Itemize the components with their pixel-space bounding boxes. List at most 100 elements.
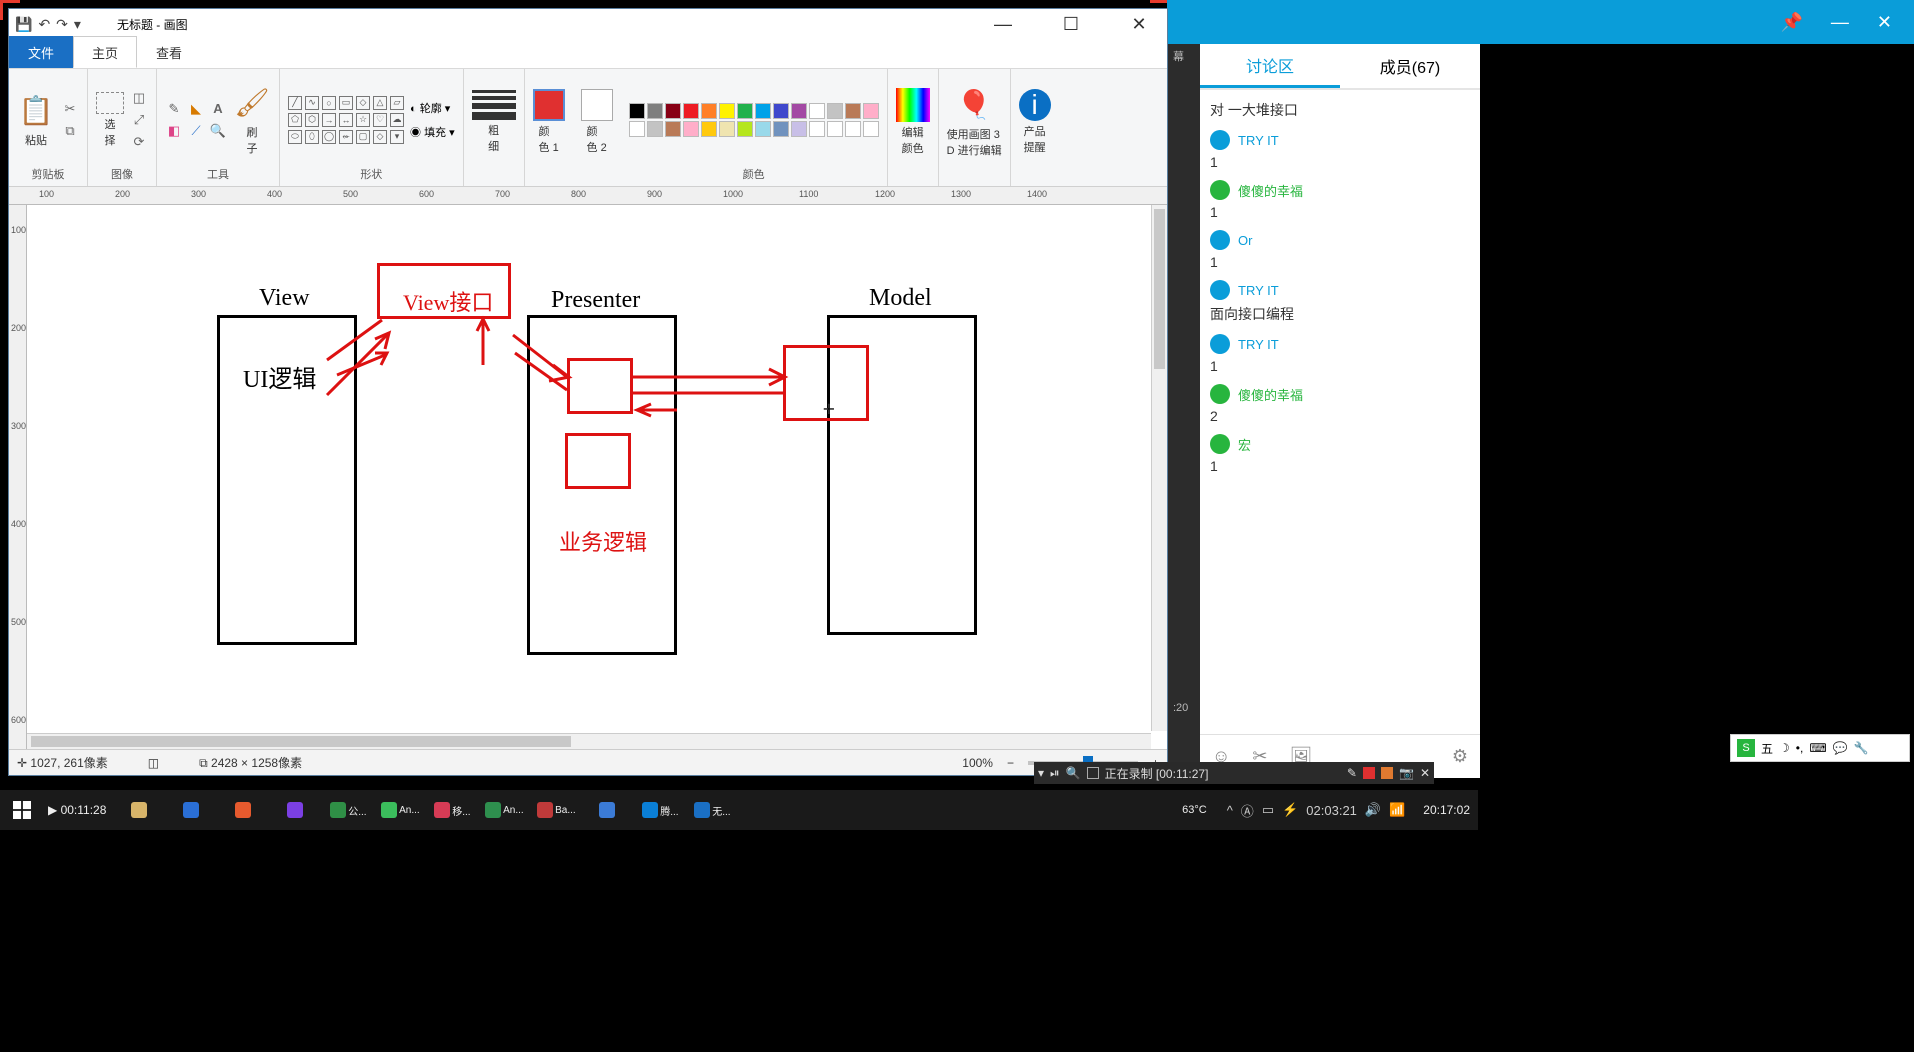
palette-swatch[interactable] xyxy=(755,103,771,119)
start-button[interactable] xyxy=(0,790,44,830)
palette-swatch[interactable] xyxy=(647,121,663,137)
window-maximize-button[interactable]: ☐ xyxy=(1049,14,1093,35)
tray-volume-icon[interactable]: 🔊 xyxy=(1365,802,1381,818)
pin-icon[interactable]: 📌 xyxy=(1780,12,1802,33)
taskbar-app[interactable]: 移... xyxy=(428,794,476,826)
shapes-gallery[interactable]: ╱∿○▭◇△▱ ⬠⬡→↔☆♡☁ ⬭⬯◯⬰▢◇▾ xyxy=(288,96,404,144)
tab-home[interactable]: 主页 xyxy=(73,36,137,68)
paint-titlebar[interactable]: 💾 ↶ ↷ ▾ 无标题 - 画图 — ☐ ✕ xyxy=(9,9,1167,39)
rec-red-icon[interactable] xyxy=(1363,767,1375,779)
palette-swatch[interactable] xyxy=(773,121,789,137)
undo-icon[interactable]: ↶ xyxy=(38,16,50,33)
rec-box-icon[interactable] xyxy=(1087,767,1099,779)
palette-swatch[interactable] xyxy=(845,103,861,119)
palette-swatch[interactable] xyxy=(683,121,699,137)
cut-icon[interactable]: ✂ xyxy=(61,100,79,118)
qat-dropdown-icon[interactable]: ▾ xyxy=(74,16,81,33)
palette-swatch[interactable] xyxy=(719,121,735,137)
palette-swatch[interactable] xyxy=(791,103,807,119)
picker-icon[interactable]: ⟋ xyxy=(187,122,205,140)
taskbar-app[interactable]: 公... xyxy=(324,794,372,826)
wrench-icon[interactable]: 🔧 xyxy=(1854,741,1869,755)
palette-swatch[interactable] xyxy=(863,121,879,137)
rotate-icon[interactable]: ⟳ xyxy=(130,133,148,151)
chat-messages[interactable]: 对 一大堆接口TRY IT1傻傻的幸福1Or1TRY IT面向接口编程TRY I… xyxy=(1200,90,1480,734)
copy-icon[interactable]: ⧉ xyxy=(61,122,79,140)
palette-swatch[interactable] xyxy=(701,121,717,137)
palette-swatch[interactable] xyxy=(683,103,699,119)
tray-up-icon[interactable]: ^ xyxy=(1227,803,1233,818)
keyboard-icon[interactable]: ⌨ xyxy=(1809,741,1826,755)
brush-button[interactable]: 🖌 刷 子 xyxy=(233,84,271,156)
rec-x-icon[interactable]: ✕ xyxy=(1420,766,1430,780)
palette-swatch[interactable] xyxy=(701,103,717,119)
taskbar-app[interactable]: Ba... xyxy=(532,794,580,826)
rec-prev-icon[interactable]: ▾ xyxy=(1038,766,1044,780)
minimize-icon[interactable]: — xyxy=(1831,12,1849,33)
palette-swatch[interactable] xyxy=(773,103,789,119)
color2-button[interactable]: 颜 色 2 xyxy=(581,89,613,155)
tray-net-icon[interactable]: ⚡ xyxy=(1282,802,1298,818)
palette-swatch[interactable] xyxy=(665,121,681,137)
ime-logo[interactable]: S xyxy=(1737,739,1755,757)
tab-file[interactable]: 文件 xyxy=(9,36,73,68)
palette-swatch[interactable] xyxy=(791,121,807,137)
rec-pen-icon[interactable]: ✎ xyxy=(1347,766,1357,780)
bubble-icon[interactable]: 💬 xyxy=(1833,741,1848,755)
tab-discuss[interactable]: 讨论区 xyxy=(1200,44,1340,88)
palette-swatch[interactable] xyxy=(809,121,825,137)
redo-icon[interactable]: ↷ xyxy=(56,16,68,33)
scrollbar-thumb[interactable] xyxy=(1154,209,1165,369)
punct-icon[interactable]: •, xyxy=(1796,741,1804,755)
system-tray[interactable]: ^ Ⓐ ▭ ⚡ 02:03:21 🔊 📶 xyxy=(1217,801,1416,820)
palette-swatch[interactable] xyxy=(719,103,735,119)
ime-toolbar[interactable]: S 五 ☽ •, ⌨ 💬 🔧 xyxy=(1730,734,1910,762)
tray-wifi-icon[interactable]: 📶 xyxy=(1389,802,1405,818)
taskbar-app[interactable] xyxy=(272,794,320,826)
palette-swatch[interactable] xyxy=(845,121,861,137)
window-close-button[interactable]: ✕ xyxy=(1117,14,1161,35)
settings-icon[interactable]: ⚙ xyxy=(1452,746,1468,767)
quick-access-toolbar[interactable]: 💾 ↶ ↷ ▾ xyxy=(15,16,81,33)
eraser-icon[interactable]: ◧ xyxy=(165,122,183,140)
palette-swatch[interactable] xyxy=(809,103,825,119)
shape-fill-button[interactable]: ◉ 填充 ▾ xyxy=(410,124,455,140)
scrollbar-horizontal[interactable] xyxy=(27,733,1151,749)
palette-swatch[interactable] xyxy=(629,121,645,137)
windows-taskbar[interactable]: ▶ 00:11:28 公...An...移...An...Ba...腾...无.… xyxy=(0,790,1478,830)
paste-button[interactable]: 📋 粘贴 xyxy=(17,92,55,148)
palette-swatch[interactable] xyxy=(827,121,843,137)
taskbar-app[interactable]: An... xyxy=(480,794,528,826)
select-button[interactable]: 选 择 xyxy=(96,92,124,148)
tab-members[interactable]: 成员(67) xyxy=(1340,44,1480,88)
palette-swatch[interactable] xyxy=(629,103,645,119)
rec-pause-icon[interactable]: ⏯ xyxy=(1050,766,1060,781)
taskbar-app[interactable]: 无... xyxy=(688,794,736,826)
taskbar-app[interactable] xyxy=(220,794,268,826)
crop-icon[interactable]: ◫ xyxy=(130,89,148,107)
scrollbar-thumb[interactable] xyxy=(31,736,571,747)
palette-swatch[interactable] xyxy=(737,121,753,137)
product-alert-button[interactable]: i 产品 提醒 xyxy=(1019,89,1051,155)
zoom-icon[interactable]: 🔍 xyxy=(209,122,227,140)
text-icon[interactable]: A xyxy=(209,100,227,118)
moon-icon[interactable]: ☽ xyxy=(1779,741,1790,755)
palette-swatch[interactable] xyxy=(737,103,753,119)
shape-outline-button[interactable]: ◐ 轮廓 ▾ xyxy=(410,100,455,116)
zoom-out-button[interactable]: − xyxy=(1007,756,1014,770)
fill-icon[interactable]: ◣ xyxy=(187,100,205,118)
taskbar-app[interactable] xyxy=(116,794,164,826)
canvas[interactable]: View Presenter Model UI逻辑 View接口 业务逻辑 ✛ xyxy=(27,205,1167,749)
pencil-icon[interactable]: ✎ xyxy=(165,100,183,118)
taskbar-app[interactable] xyxy=(584,794,632,826)
paint3d-button[interactable]: 🎈 使用画图 3 D 进行编辑 xyxy=(947,86,1002,158)
rec-search-icon[interactable]: 🔍 xyxy=(1066,766,1081,780)
color1-button[interactable]: 颜 色 1 xyxy=(533,89,565,155)
palette-swatch[interactable] xyxy=(755,121,771,137)
taskbar-app[interactable]: An... xyxy=(376,794,424,826)
scrollbar-vertical[interactable] xyxy=(1151,205,1167,731)
palette-swatch[interactable] xyxy=(665,103,681,119)
resize-icon[interactable]: ⤢ xyxy=(130,111,148,129)
taskbar-app[interactable]: 腾... xyxy=(636,794,684,826)
edit-colors-button[interactable]: 编辑 颜色 xyxy=(896,88,930,156)
